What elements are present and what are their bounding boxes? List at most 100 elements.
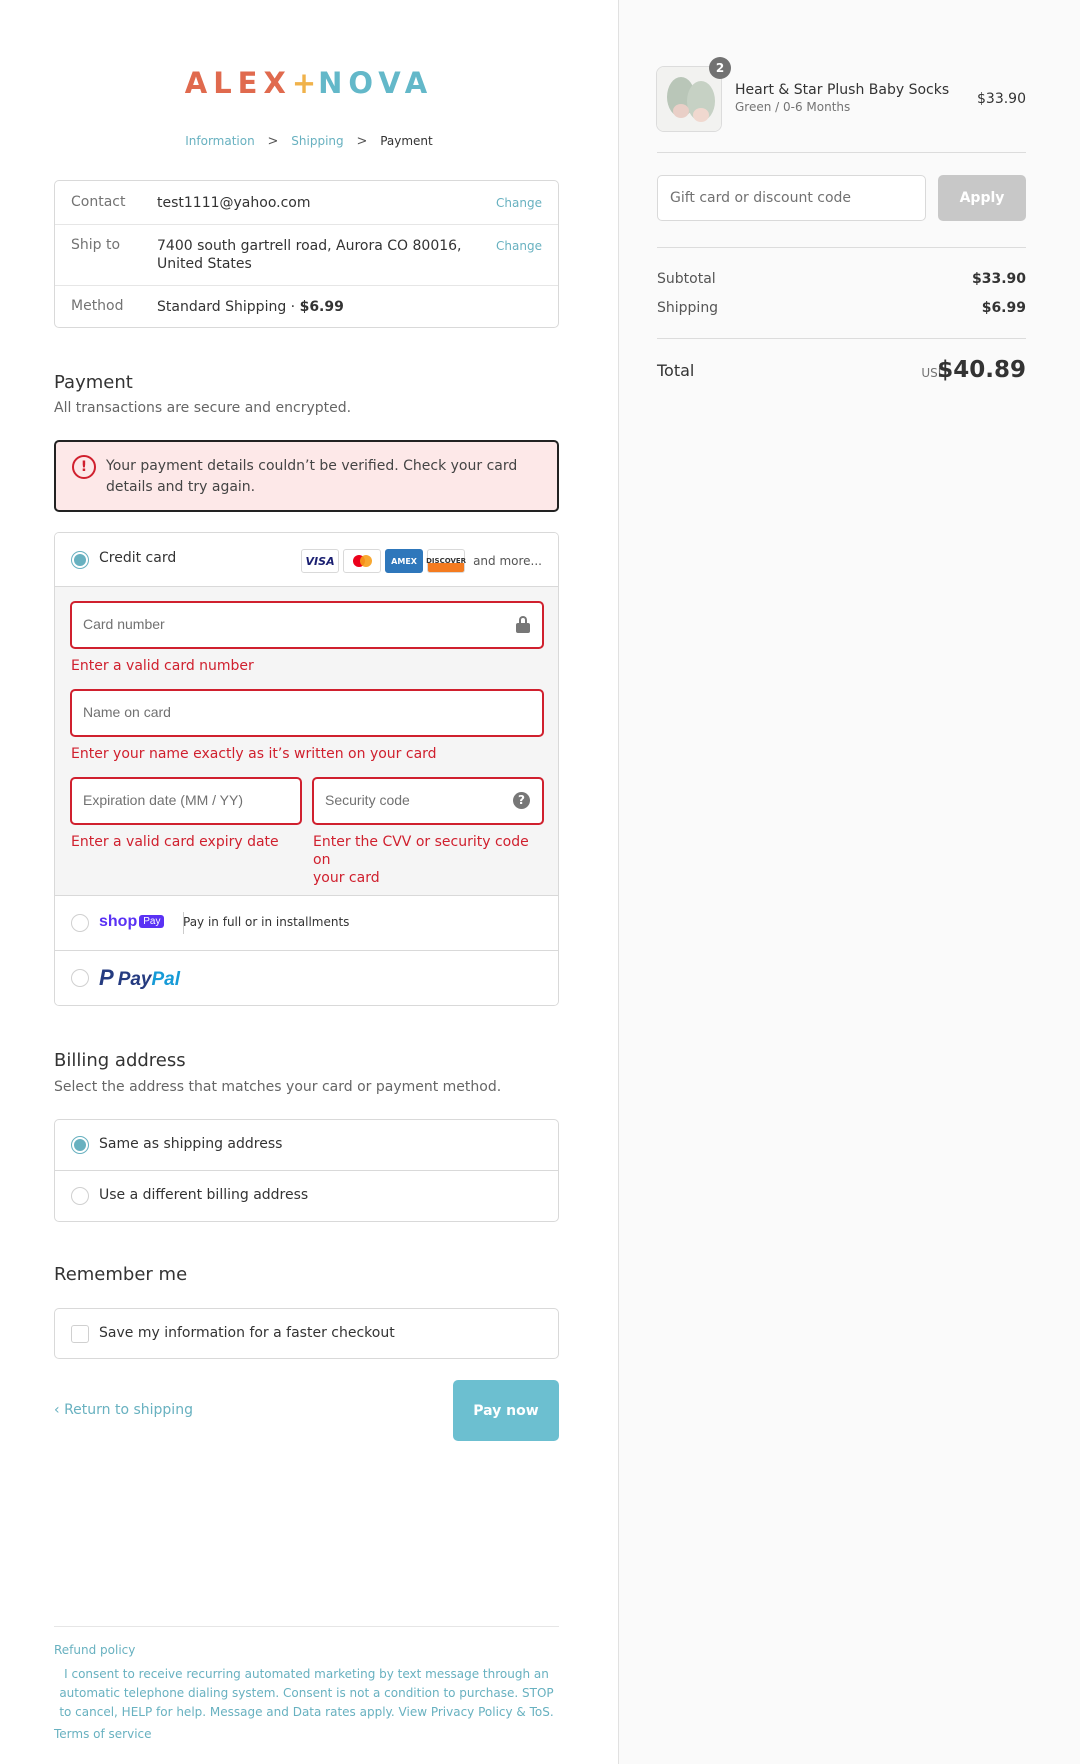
credit-card-option[interactable]: Credit card VISA AMEX DISCOVER and more.… <box>55 533 558 587</box>
shop-pay-option[interactable]: shop Pay Pay in full or in installments <box>55 896 558 951</box>
payment-error-banner: ! Your payment details couldn’t be verif… <box>54 440 559 512</box>
subtotal-label: Subtotal <box>657 271 716 287</box>
shop-pay-badge: Pay <box>139 915 165 928</box>
subtotal-value: $33.90 <box>971 271 1026 287</box>
discount-code-placeholder: Gift card or discount code <box>670 190 852 206</box>
total-value: $40.89 <box>937 357 1026 383</box>
brand-logo-plus: + <box>291 66 319 100</box>
shop-pay-text: Pay in full or in installments <box>183 915 350 929</box>
apply-button[interactable]: Apply <box>938 175 1026 221</box>
card-number-input[interactable]: Card number <box>70 601 544 649</box>
error-line-2: details and try again. <box>106 479 256 495</box>
chevron-left-icon: ‹ <box>54 1402 65 1418</box>
shipto-line-1: 7400 south gartrell road, Aurora CO 8001… <box>157 238 462 254</box>
shipping-value: $6.99 <box>981 300 1026 316</box>
billing-subtitle: Select the address that matches your car… <box>54 1079 502 1095</box>
product-name: Heart & Star Plush Baby Socks <box>735 82 950 98</box>
billing-different-label: Use a different billing address <box>99 1187 309 1203</box>
discount-code-input[interactable]: Gift card or discount code <box>657 175 926 221</box>
paypal-logo-pal: Pal <box>151 969 181 990</box>
and-more-text: and more... <box>473 554 542 568</box>
total-label: Total <box>657 361 695 380</box>
review-shipto-row: Ship to 7400 south gartrell road, Aurora… <box>55 224 558 285</box>
method-name: Standard Shipping · <box>157 299 300 315</box>
billing-title: Billing address <box>54 1050 186 1071</box>
security-code-error-line-2: your card <box>313 870 380 886</box>
billing-same-option[interactable]: Same as shipping address <box>55 1120 558 1170</box>
security-code-error: Enter the CVV or security code on your c… <box>313 833 545 887</box>
credit-card-form: Card number Enter a valid card number Na… <box>55 587 558 896</box>
return-to-shipping-label: Return to shipping <box>64 1402 193 1418</box>
order-review-box: Contact test1111@yahoo.com Change Ship t… <box>54 180 559 328</box>
method-price: $6.99 <box>299 299 344 315</box>
billing-different-radio[interactable] <box>71 1187 89 1205</box>
baby-socks-image <box>657 67 721 131</box>
chevron-right-icon: > <box>356 134 368 149</box>
remember-title: Remember me <box>54 1264 188 1285</box>
expiry-input[interactable]: Expiration date (MM / YY) <box>70 777 302 825</box>
quantity-badge: 2 <box>709 57 731 79</box>
summary-divider <box>657 247 1026 248</box>
review-method-row: Method Standard Shipping · $6.99 <box>55 285 558 327</box>
method-label: Method <box>71 298 124 314</box>
paypal-logo: P PayPal <box>99 965 180 991</box>
payment-subtitle: All transactions are secure and encrypte… <box>54 400 352 416</box>
chevron-right-icon: > <box>267 134 279 149</box>
billing-same-radio[interactable] <box>71 1136 89 1154</box>
sms-consent-text[interactable]: I consent to receive recurring automated… <box>54 1665 559 1722</box>
paypal-icon: P <box>99 965 114 990</box>
breadcrumb-information[interactable]: Information <box>185 134 254 148</box>
name-on-card-placeholder: Name on card <box>83 704 171 720</box>
shipto-label: Ship to <box>71 237 121 253</box>
paypal-option[interactable]: P PayPal <box>55 951 558 1005</box>
remember-checkbox[interactable] <box>71 1325 89 1343</box>
breadcrumb-payment: Payment <box>380 134 433 148</box>
security-code-placeholder: Security code <box>325 792 410 808</box>
paypal-radio[interactable] <box>71 969 89 987</box>
billing-different-option[interactable]: Use a different billing address <box>55 1170 558 1221</box>
card-brands: VISA AMEX DISCOVER and more... <box>301 549 542 573</box>
refund-policy-link[interactable]: Refund policy <box>54 1643 135 1657</box>
card-number-placeholder: Card number <box>83 616 165 632</box>
shipto-line-2: United States <box>157 256 252 272</box>
help-icon[interactable]: ? <box>513 792 530 809</box>
breadcrumb-shipping[interactable]: Shipping <box>291 134 343 148</box>
shipping-label: Shipping <box>657 300 719 316</box>
order-summary <box>618 0 1080 1764</box>
footer-divider <box>54 1626 559 1627</box>
remember-label: Save my information for a faster checkou… <box>99 1325 395 1341</box>
change-shipto-link[interactable]: Change <box>496 239 542 253</box>
pay-now-button[interactable]: Pay now <box>453 1380 559 1441</box>
credit-card-radio[interactable] <box>71 551 89 569</box>
payment-error-text: Your payment details couldn’t be verifie… <box>106 456 526 498</box>
expiry-placeholder: Expiration date (MM / YY) <box>83 792 244 808</box>
billing-same-label: Same as shipping address <box>99 1136 283 1152</box>
summary-divider <box>657 338 1026 339</box>
brand-logo-alex: ALEX <box>184 66 292 100</box>
visa-icon: VISA <box>301 549 340 573</box>
amex-icon: AMEX <box>385 549 424 573</box>
mastercard-icon <box>343 549 382 573</box>
security-code-input[interactable]: Security code ? <box>312 777 544 825</box>
brand-logo[interactable]: ALEX+NOVA <box>0 66 618 100</box>
shop-pay-radio[interactable] <box>71 914 89 932</box>
shop-pay-logo: shop Pay <box>99 913 165 931</box>
product-price: $33.90 <box>977 91 1026 107</box>
checkout-main: ALEX+NOVA Information > Shipping > Payme… <box>0 0 618 1764</box>
payment-methods: Credit card VISA AMEX DISCOVER and more.… <box>54 532 559 1006</box>
change-contact-link[interactable]: Change <box>496 196 542 210</box>
return-to-shipping-link[interactable]: ‹ Return to shipping <box>54 1402 193 1418</box>
error-line-1: Your payment details couldn’t be verifie… <box>106 458 518 474</box>
billing-options: Same as shipping address Use a different… <box>54 1119 559 1222</box>
payment-title: Payment <box>54 372 133 393</box>
terms-of-service-link[interactable]: Terms of service <box>54 1727 152 1741</box>
discover-icon: DISCOVER <box>426 549 466 573</box>
shipto-value: 7400 south gartrell road, Aurora CO 8001… <box>157 237 542 285</box>
name-on-card-input[interactable]: Name on card <box>70 689 544 737</box>
method-value: Standard Shipping · $6.99 <box>157 298 542 327</box>
remember-option[interactable]: Save my information for a faster checkou… <box>54 1308 559 1359</box>
alert-circle-icon: ! <box>72 455 96 479</box>
contact-value: test1111@yahoo.com <box>157 195 311 211</box>
security-code-error-line-1: Enter the CVV or security code on <box>313 834 529 868</box>
card-number-error: Enter a valid card number <box>71 658 254 674</box>
